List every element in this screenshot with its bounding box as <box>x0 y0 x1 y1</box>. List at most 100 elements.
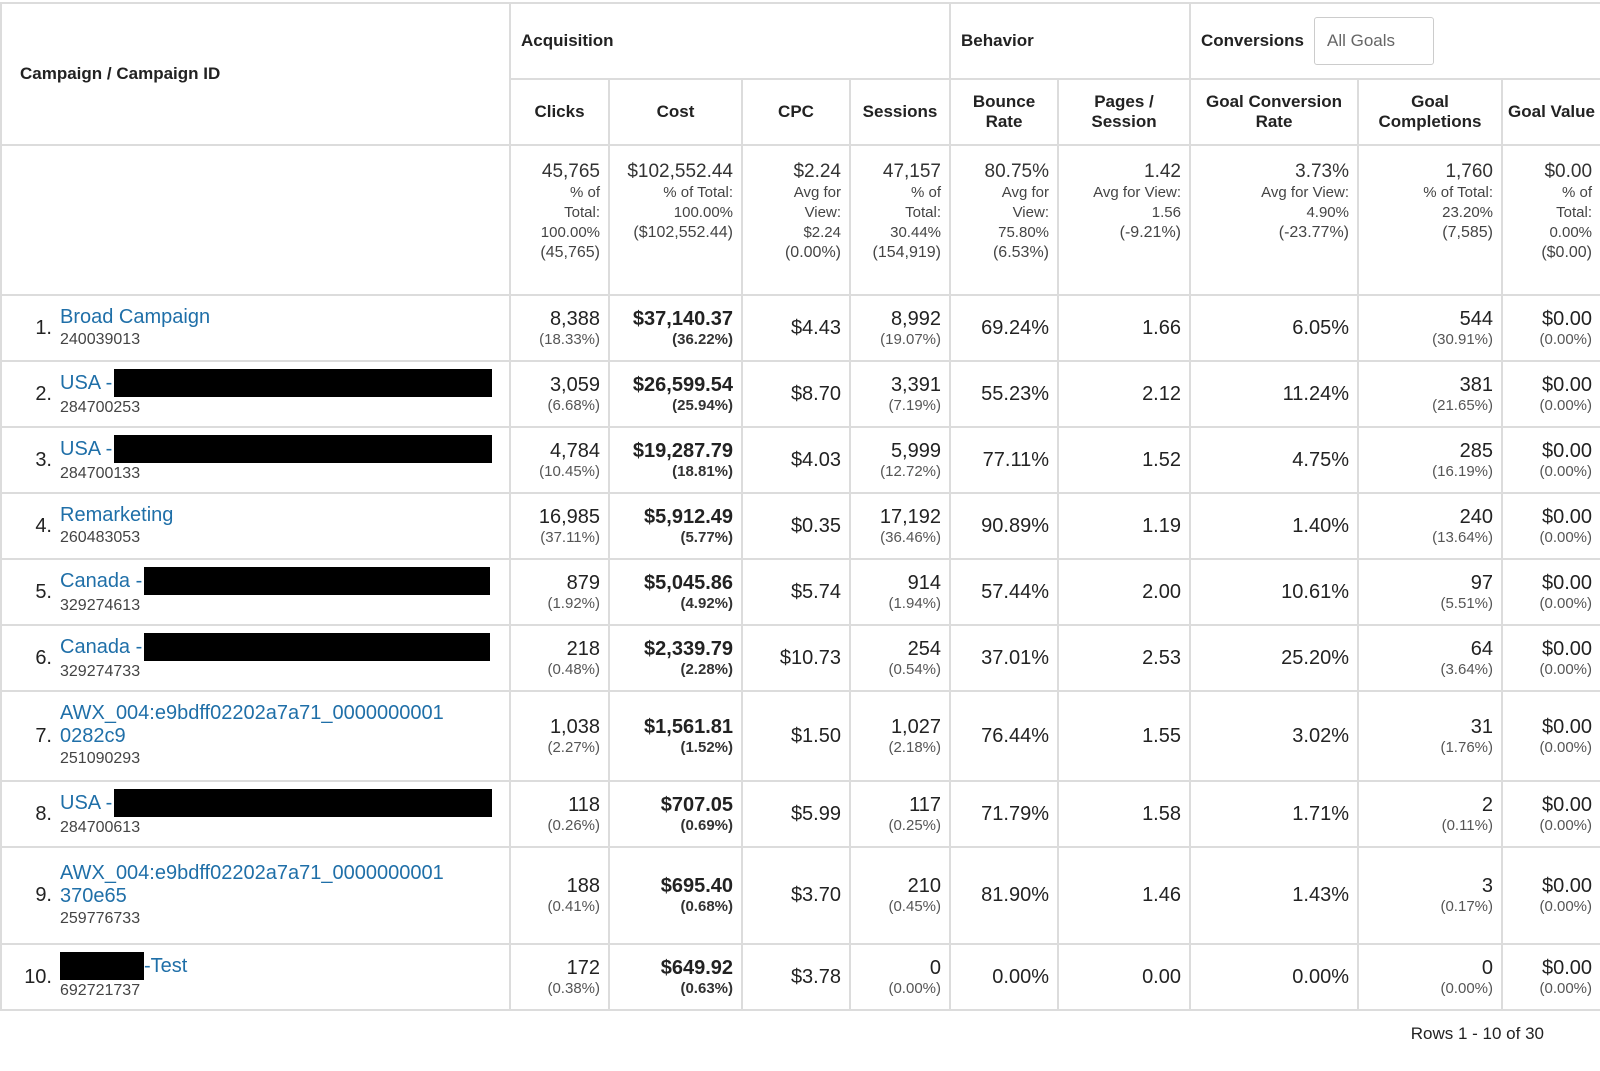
pages-session-cell: 1.55 <box>1057 690 1191 782</box>
campaign-name-link[interactable]: Broad Campaign <box>60 306 210 329</box>
goal-completions-cell: 0 (0.00%) <box>1357 943 1503 1011</box>
cpc-cell: $3.78 <box>741 943 851 1011</box>
row-index: 7. <box>35 724 52 747</box>
campaign-name-text: USA - <box>60 437 113 460</box>
campaign-cell: 2. USA - 284700253 <box>0 360 511 428</box>
goal-completions-cell: 544 (30.91%) <box>1357 294 1503 362</box>
clicks-column-header[interactable]: Clicks <box>509 78 610 146</box>
row-index: 10. <box>24 965 52 988</box>
campaign-column-header[interactable]: Campaign / Campaign ID <box>0 2 511 146</box>
acquisition-group-header: Acquisition <box>509 2 951 80</box>
campaign-name-link[interactable]: USA - <box>60 369 493 397</box>
goal-completions-cell: 2 (0.11%) <box>1357 780 1503 848</box>
goal-conversion-rate-cell: 1.71% <box>1189 780 1359 848</box>
clicks-cell: 4,784 (10.45%) <box>509 426 610 494</box>
campaign-id: 692721737 <box>60 982 141 999</box>
goal-select-dropdown[interactable]: All Goals <box>1313 17 1434 65</box>
sessions-cell: 0 (0.00%) <box>849 943 951 1011</box>
goal-completions-column-header[interactable]: Goal Completions <box>1357 78 1503 146</box>
redacted-block <box>144 633 491 661</box>
goal-conversion-rate-cell: 3.02% <box>1189 690 1359 782</box>
campaign-name-text: Broad Campaign <box>60 305 211 328</box>
clicks-cell: 218 (0.48%) <box>509 624 610 692</box>
campaign-name-link-continued[interactable]: 370e65 <box>60 885 444 908</box>
clicks-cell: 188 (0.41%) <box>509 846 610 945</box>
row-index: 9. <box>35 884 52 906</box>
cost-cell: $2,339.79 (2.28%) <box>608 624 743 692</box>
table-row: 6. Canada - 329274733 218 (0.48%) $2,339.… <box>0 624 1600 692</box>
campaign-name-link[interactable]: USA - <box>60 789 493 817</box>
pages-session-cell: 1.66 <box>1057 294 1191 362</box>
redacted-block <box>114 789 493 817</box>
campaign-name-link-continued[interactable]: 0282c9 <box>60 725 444 748</box>
totals-cpc: $2.24 Avg for View: $2.24 (0.00%) <box>741 144 851 296</box>
goal-value-cell: $0.00 (0.00%) <box>1500 624 1600 692</box>
campaign-cell: 4. Remarketing 260483053 <box>0 492 511 560</box>
row-index: 2. <box>35 382 52 405</box>
cpc-column-header[interactable]: CPC <box>741 78 851 146</box>
goal-value-column-header[interactable]: Goal Value <box>1500 78 1600 146</box>
table-row: 10. -Test 692721737 172 (0.38%) $649.92 (0… <box>0 943 1600 1011</box>
row-index: 5. <box>35 580 52 603</box>
cpc-cell: $8.70 <box>741 360 851 428</box>
pages-session-cell: 0.00 <box>1057 943 1191 1011</box>
pages-session-cell: 1.58 <box>1057 780 1191 848</box>
sessions-column-header[interactable]: Sessions <box>849 78 951 146</box>
cost-column-header[interactable]: Cost <box>608 78 743 146</box>
conversions-label: Conversions <box>1201 31 1304 50</box>
row-index: 1. <box>35 316 52 339</box>
goal-value-cell: $0.00 (0.00%) <box>1500 846 1600 945</box>
campaign-name-text: USA - <box>60 791 113 814</box>
table-row: 4. Remarketing 260483053 16,985 (37.11%) … <box>0 492 1600 560</box>
bounce-rate-cell: 77.11% <box>949 426 1059 494</box>
goal-conversion-rate-cell: 6.05% <box>1189 294 1359 362</box>
goal-value-cell: $0.00 (0.00%) <box>1500 492 1600 560</box>
campaign-cell: 3. USA - 284700133 <box>0 426 511 494</box>
goal-value-cell: $0.00 (0.00%) <box>1500 558 1600 626</box>
goal-conversion-rate-cell: 1.40% <box>1189 492 1359 560</box>
totals-bounce-rate: 80.75% Avg for View: 75.80% (6.53%) <box>949 144 1059 296</box>
goal-value-cell: $0.00 (0.00%) <box>1500 294 1600 362</box>
campaign-name-link[interactable]: Canada - <box>60 633 491 661</box>
sessions-cell: 210 (0.45%) <box>849 846 951 945</box>
campaign-name-link[interactable]: Remarketing <box>60 504 173 527</box>
table-row: 7. AWX_004:e9bdff02202a7a71_0000000001 0… <box>0 690 1600 782</box>
campaign-name-suffix: -Test <box>144 954 188 977</box>
campaign-id: 240039013 <box>60 330 141 348</box>
campaign-name-link[interactable]: Canada - <box>60 567 491 595</box>
campaign-id: 259776733 <box>60 909 141 927</box>
clicks-cell: 879 (1.92%) <box>509 558 610 626</box>
campaign-name-link[interactable]: -Test <box>60 952 187 980</box>
redacted-block <box>114 369 493 397</box>
campaign-id: 284700133 <box>60 465 141 482</box>
table-row: 1. Broad Campaign 240039013 8,388 (18.33%… <box>0 294 1600 362</box>
pages-session-column-header[interactable]: Pages / Session <box>1057 78 1191 146</box>
row-index: 3. <box>35 448 52 471</box>
bounce-rate-cell: 0.00% <box>949 943 1059 1011</box>
campaign-name-text: AWX_004:e9bdff02202a7a71_0000000001 <box>60 861 444 884</box>
table-row: 2. USA - 284700253 3,059 (6.68%) $26,599.… <box>0 360 1600 428</box>
cost-cell: $1,561.81 (1.52%) <box>608 690 743 782</box>
cost-cell: $26,599.54 (25.94%) <box>608 360 743 428</box>
totals-goal-completions: 1,760% of Total: 23.20% (7,585) <box>1357 144 1503 296</box>
campaign-id: 329274613 <box>60 597 141 614</box>
cpc-cell: $5.74 <box>741 558 851 626</box>
campaign-name-link[interactable]: AWX_004:e9bdff02202a7a71_0000000001 <box>60 862 444 885</box>
goal-conversion-rate-column-header[interactable]: Goal Conversion Rate <box>1189 78 1359 146</box>
goal-completions-cell: 381 (21.65%) <box>1357 360 1503 428</box>
campaign-name-link[interactable]: USA - <box>60 435 493 463</box>
sessions-cell: 914 (1.94%) <box>849 558 951 626</box>
campaign-name-link[interactable]: AWX_004:e9bdff02202a7a71_0000000001 <box>60 702 444 725</box>
clicks-cell: 118 (0.26%) <box>509 780 610 848</box>
clicks-cell: 172 (0.38%) <box>509 943 610 1011</box>
campaign-id: 260483053 <box>60 528 141 546</box>
table-row: 8. USA - 284700613 118 (0.26%) $707.05 (0.… <box>0 780 1600 848</box>
row-index: 6. <box>35 646 52 669</box>
sessions-cell: 254 (0.54%) <box>849 624 951 692</box>
pagination-info: Rows 1 - 10 of 30 <box>1410 1024 1544 1043</box>
sessions-cell: 8,992 (19.07%) <box>849 294 951 362</box>
bounce-rate-cell: 71.79% <box>949 780 1059 848</box>
pages-session-cell: 1.52 <box>1057 426 1191 494</box>
bounce-rate-column-header[interactable]: Bounce Rate <box>949 78 1059 146</box>
totals-clicks: 45,765% of Total: 100.00% (45,765) <box>509 144 610 296</box>
